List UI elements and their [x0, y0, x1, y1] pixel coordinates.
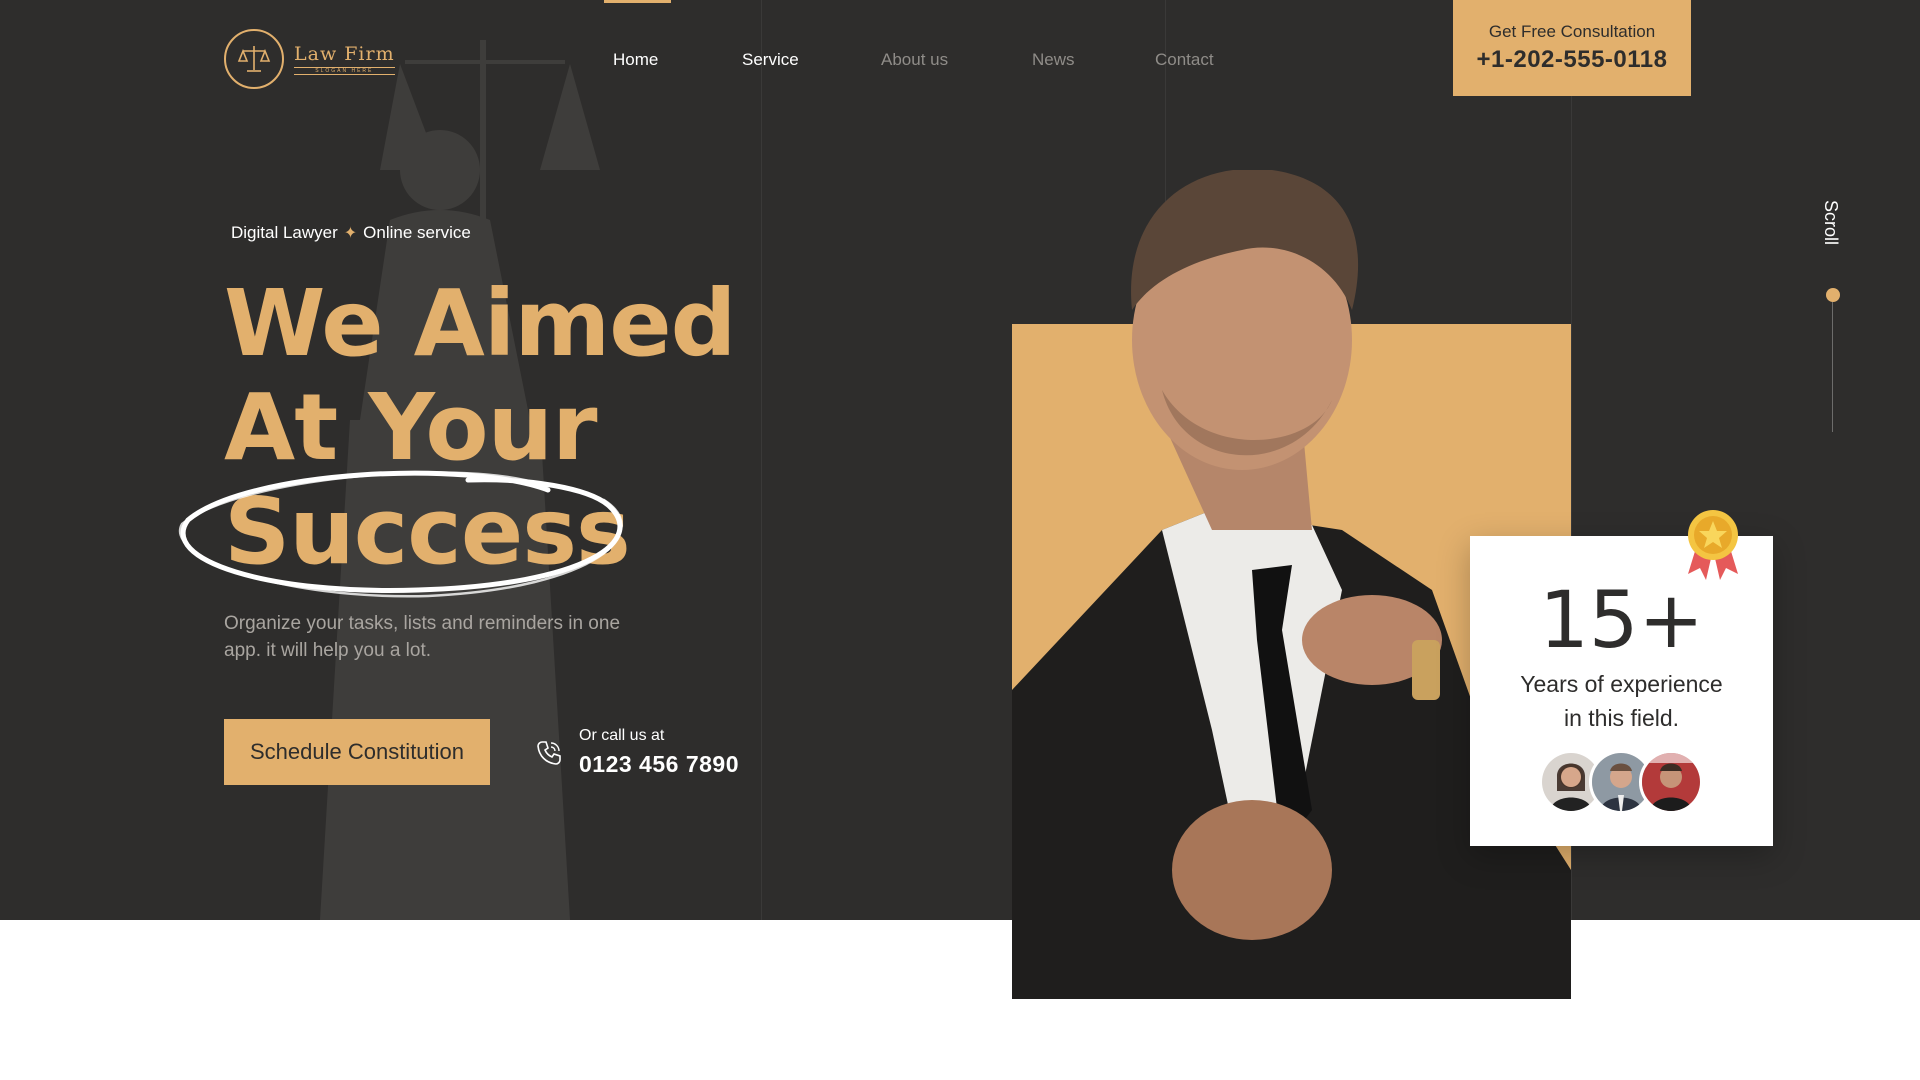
scroll-label[interactable]: Scroll — [1820, 200, 1841, 245]
nav-active-indicator — [604, 0, 671, 3]
grid-line — [761, 0, 762, 920]
nav-service[interactable]: Service — [742, 50, 799, 70]
sparkle-icon: ✦ — [343, 225, 358, 242]
nav-contact[interactable]: Contact — [1155, 50, 1214, 70]
experience-text: Years of experience in this field. — [1470, 667, 1773, 735]
free-consultation-box[interactable]: Get Free Consultation +1-202-555-0118 — [1453, 0, 1691, 96]
nav-home[interactable]: Home — [613, 50, 658, 70]
hero-description: Organize your tasks, lists and reminders… — [224, 613, 621, 661]
phone-icon — [537, 740, 561, 765]
team-avatars — [1539, 750, 1703, 814]
experience-text-line-1: Years of experience — [1520, 671, 1723, 697]
call-block[interactable]: Or call us at 0123 456 7890 — [535, 727, 739, 778]
avatar — [1639, 750, 1703, 814]
scribble-circle — [178, 470, 623, 598]
scroll-indicator-dot — [1826, 288, 1840, 302]
consultation-phone[interactable]: +1-202-555-0118 — [1477, 46, 1668, 74]
headline-line-1: We Aimed — [224, 270, 736, 377]
hero-tagline: Digital Lawyer ✦ Online service — [231, 223, 471, 243]
tagline-right: Online service — [363, 223, 471, 242]
experience-number: 15+ — [1539, 576, 1704, 666]
logo[interactable]: Law Firm SLOGAN HERE — [224, 29, 395, 89]
medal-icon — [1688, 510, 1738, 580]
nav-about[interactable]: About us — [881, 50, 948, 70]
scales-logo-icon — [224, 29, 284, 89]
scroll-indicator-track — [1832, 302, 1833, 432]
call-phone[interactable]: 0123 456 7890 — [579, 751, 739, 778]
nav-news[interactable]: News — [1032, 50, 1075, 70]
experience-card: 15+ Years of experience in this field. — [1470, 536, 1773, 846]
tagline-left: Digital Lawyer — [231, 223, 338, 242]
schedule-consultation-button[interactable]: Schedule Constitution — [224, 719, 490, 785]
brand-slogan: SLOGAN HERE — [294, 67, 395, 75]
brand-name: Law Firm — [294, 43, 395, 65]
experience-text-line-2: in this field. — [1563, 705, 1680, 731]
call-label: Or call us at — [579, 727, 665, 744]
consultation-label: Get Free Consultation — [1488, 22, 1656, 41]
